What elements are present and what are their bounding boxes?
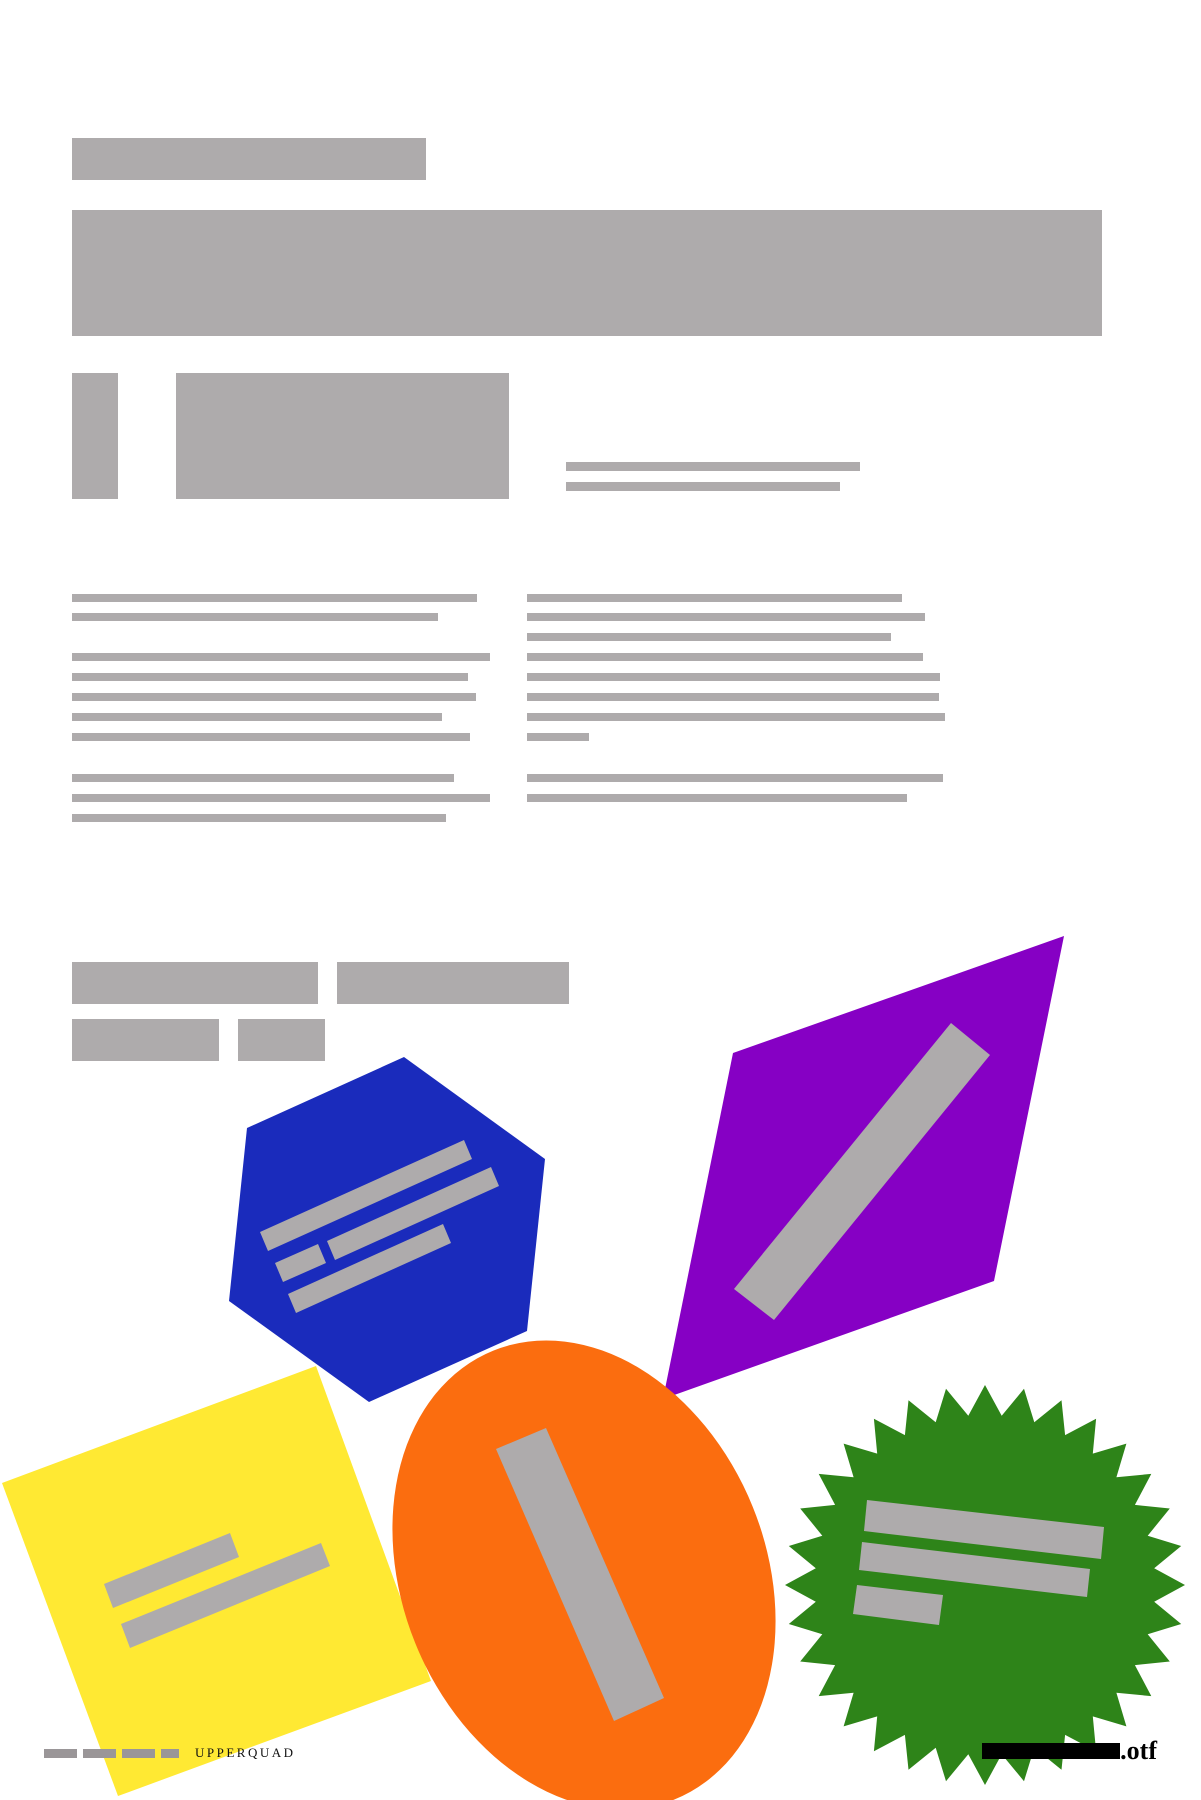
- footer-left: UPPERQUAD: [44, 1745, 296, 1760]
- footer-dash: [83, 1748, 116, 1758]
- square-shape: [2, 1366, 431, 1796]
- filename-redacted: [982, 1743, 1121, 1759]
- diamond-shape: [663, 936, 1064, 1399]
- file-extension: .otf: [1120, 1736, 1157, 1765]
- footer-filename: .otf: [982, 1738, 1157, 1764]
- footer-dash: [44, 1748, 77, 1758]
- starburst-shape: [785, 1385, 1185, 1785]
- footer-dash: [161, 1748, 179, 1758]
- shapes-illustration: [2, 936, 1185, 1800]
- footer-brand: UPPERQUAD: [195, 1745, 296, 1760]
- footer-dash: [122, 1748, 155, 1758]
